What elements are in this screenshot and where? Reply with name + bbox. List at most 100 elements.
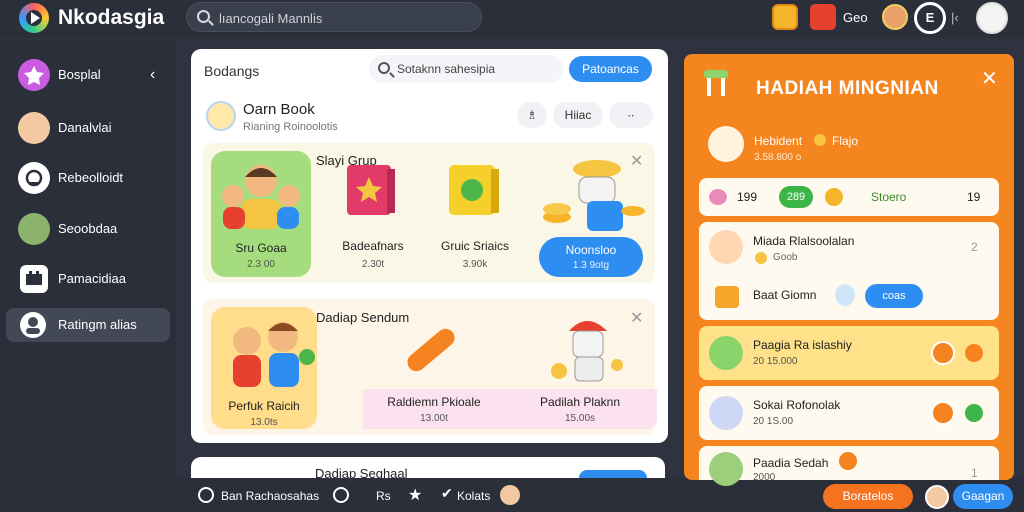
claim-button[interactable]: coas: [865, 284, 923, 308]
card-title: Paadia Sedah: [753, 456, 829, 470]
avatar: [18, 213, 50, 245]
sidebar: Bosplal ‹ Danalvlai Rebeolloidt Seoobdaa…: [0, 40, 176, 512]
stool-icon: [704, 70, 728, 96]
rewards-panel: HADIAH MINGNIAN ✕ Hebident Flajo 3.58.80…: [684, 54, 1014, 486]
avatar: [709, 396, 743, 430]
robot-icon: [543, 160, 645, 231]
coin-icon: [825, 188, 843, 206]
section-button[interactable]: [579, 470, 647, 478]
tile-label: Noonsloo: [565, 243, 617, 257]
reward-card[interactable]: Miada Rlalsoolalan Goob 2 Baat Giomn coa…: [699, 222, 999, 320]
user-icon: [20, 312, 46, 338]
app-title: Nkodasgia: [58, 6, 165, 29]
search-bar[interactable]: [186, 2, 482, 32]
coin-icon: [709, 189, 727, 205]
search-icon: [197, 10, 210, 23]
tile-perfuk-raicih[interactable]: Perfuk Raicih 13.0ts: [211, 307, 317, 429]
check-icon[interactable]: ✔: [441, 485, 453, 502]
card-title: Baat Giomn: [753, 288, 817, 302]
reward-card[interactable]: Paagia Ra islashiy 20 15.000: [699, 326, 999, 380]
account-avatar[interactable]: [976, 2, 1008, 34]
main-panel: Bodangs Patoancas Oarn Book Rianing Roin…: [191, 49, 668, 443]
avatar[interactable]: [925, 485, 949, 509]
top-separator: |‹: [951, 10, 959, 25]
stats-row: 199 289 Stoero 19: [699, 178, 999, 216]
avatar: [18, 112, 50, 144]
check-icon[interactable]: [965, 404, 983, 422]
search-input[interactable]: [219, 9, 469, 27]
crayon-illustration: [383, 313, 473, 383]
bottom-label[interactable]: Rs: [376, 489, 391, 503]
card-sub: Goob: [773, 252, 798, 263]
reward-icon[interactable]: [931, 341, 955, 365]
bottom-label[interactable]: Kolats: [457, 489, 490, 503]
stat-d: 19: [967, 190, 981, 204]
tile-badeafnars[interactable]: Badeafnars 2.30t: [333, 155, 413, 275]
more-options-button[interactable]: ∙∙: [609, 102, 653, 128]
blue-button[interactable]: Gaagan: [953, 484, 1013, 509]
sidebar-item-bosplal[interactable]: Bosplal: [6, 58, 170, 92]
sidebar-item-seoobdaa[interactable]: Seoobdaa: [6, 212, 170, 246]
card-subtitle: Rianing Roinoolotis: [243, 121, 338, 133]
panel-title: HADIAH MINGNIAN: [756, 78, 939, 99]
top-item-sub: 3.58.800 o: [754, 152, 802, 163]
collapse-chevron-icon[interactable]: ‹: [150, 66, 155, 84]
app-logo-icon[interactable]: [19, 3, 49, 33]
avatar[interactable]: [500, 485, 520, 505]
tile-raldiemn-pkioale[interactable]: Raldiemn Pkioale 13.00t: [369, 393, 499, 429]
top-label[interactable]: Geo: [843, 10, 868, 25]
user-avatar[interactable]: [882, 4, 908, 30]
profile-circle-button[interactable]: E: [914, 2, 946, 34]
stat-b: 289: [779, 186, 813, 208]
tile-value: 15.00s: [564, 413, 596, 424]
sidebar-item-pamacidiaa[interactable]: Pamacidiaa: [6, 262, 170, 296]
close-icon[interactable]: ✕: [981, 66, 998, 91]
reward-card[interactable]: Paadia Sedah 2000 1: [699, 446, 999, 486]
clock-icon[interactable]: [198, 487, 214, 503]
crayon-icon: [407, 328, 455, 372]
sidebar-item-label: Rebeolloidt: [58, 170, 124, 185]
top-item-tag: Flajo: [832, 134, 859, 148]
reward-icon[interactable]: [931, 401, 955, 425]
bottom-label[interactable]: Ban Rachaosahas: [221, 489, 319, 503]
avatar: [709, 452, 743, 486]
tile-label: Gruic Sriaics: [440, 239, 509, 253]
tile-padilah-plaknn[interactable]: Padilah Plaknn 15.00s: [515, 393, 645, 429]
hiiac-button[interactable]: Hiiac: [553, 102, 603, 128]
tile-label: Sru Goaa: [235, 241, 287, 255]
search-icon: [378, 62, 390, 74]
sidebar-item-rebeolloidt[interactable]: Rebeolloidt: [6, 161, 170, 195]
tile-value: 13.00t: [420, 413, 448, 424]
coin-icon: [755, 252, 767, 264]
panel-search-bar[interactable]: [369, 55, 563, 83]
tile-value: 2.30t: [361, 259, 385, 270]
primary-button[interactable]: Patoancas: [569, 56, 652, 82]
card-count: 2: [971, 240, 978, 254]
tile-sru-goaa[interactable]: Sru Goaa 2.3 00: [211, 151, 311, 277]
stat-a: 199: [737, 190, 758, 204]
reward-card[interactable]: Sokai Rofonolak 20 1S.00: [699, 386, 999, 440]
sidebar-item-label: Bosplal: [58, 67, 101, 82]
tile-gruic-sriaics[interactable]: Gruic Sriaics 3.90k: [435, 155, 515, 275]
card-title: Paagia Ra islashiy: [753, 338, 852, 352]
coin-icon[interactable]: [772, 4, 798, 30]
avatar: [709, 336, 743, 370]
robot-illustration: [529, 309, 639, 389]
user-filter-button[interactable]: ♗: [517, 102, 547, 128]
robot-avatar: [708, 126, 744, 162]
star-icon[interactable]: ★: [408, 485, 422, 505]
gift-icon[interactable]: [810, 4, 836, 30]
reward-icon[interactable]: [839, 452, 857, 470]
settings-icon[interactable]: [333, 487, 349, 503]
tile-value: 1.3 9otg: [572, 260, 610, 271]
card-count: 1: [971, 466, 978, 480]
card-title: Sokai Rofonolak: [753, 398, 841, 412]
orange-button[interactable]: Boratelos: [823, 484, 913, 509]
avatar: [709, 230, 743, 264]
panel-search-input[interactable]: [397, 61, 557, 77]
tile-noonsloo-button[interactable]: Noonsloo 1.3 9otg: [539, 237, 643, 277]
top-item-title: Hebident: [754, 134, 803, 148]
arrow-icon[interactable]: [965, 344, 983, 362]
sidebar-item-ratingm[interactable]: Ratingm alias: [6, 308, 170, 342]
sidebar-item-danalvlai[interactable]: Danalvlai: [6, 111, 170, 145]
